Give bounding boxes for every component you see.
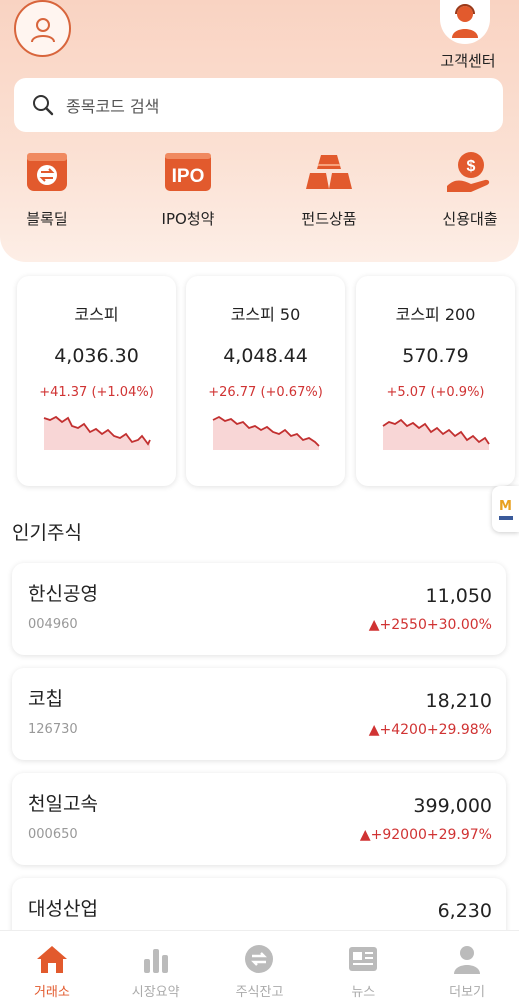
nav-label: 주식잔고 [235, 985, 284, 1000]
nav-market-summary[interactable]: 시장요약 [104, 931, 208, 1003]
index-card-kospi50[interactable]: 코스피 50 4,048.44 +26.77 (+0.67%) [186, 276, 345, 486]
nav-label: 시장요약 [131, 985, 180, 1000]
floating-side-badge[interactable]: M [492, 486, 519, 532]
index-change: +5.07 (+0.9%) [386, 385, 485, 400]
stock-change: ▲+92000+29.97% [359, 827, 492, 843]
index-sparkline [212, 415, 320, 450]
stock-code: 004960 [28, 617, 78, 632]
news-icon [349, 947, 378, 971]
user-icon [30, 17, 55, 42]
person-icon [454, 946, 481, 974]
headset-agent-icon [452, 4, 478, 38]
index-name: 코스피 50 [230, 305, 301, 324]
index-sparkline [382, 418, 490, 450]
gold-bars-icon [306, 155, 352, 189]
popular-stocks-title: 인기주식 [12, 522, 82, 544]
exchange-circle-icon [245, 945, 274, 973]
stock-name: 대성산업 [28, 898, 98, 920]
stock-change: ▲+2550+30.00% [368, 617, 492, 633]
nav-stock-balance[interactable]: 주식잔고 [208, 931, 312, 1003]
stock-row[interactable]: 천일고속 000650 399,000 ▲+92000+29.97% [12, 773, 506, 865]
side-badge-label: M [499, 498, 512, 514]
index-name: 코스피 200 [395, 305, 476, 324]
quick-menu-ipo[interactable]: IPO IPO청약 [133, 150, 243, 229]
index-sparkline [43, 415, 151, 450]
stock-change: ▲+4200+29.98% [368, 722, 492, 738]
stock-row[interactable]: 코칩 126730 18,210 ▲+4200+29.98% [12, 668, 506, 760]
stock-name: 코칩 [28, 688, 63, 710]
index-change: +41.37 (+1.04%) [39, 385, 154, 400]
stock-name: 천일고속 [28, 793, 98, 815]
loan-coin-icon: $ [447, 152, 490, 192]
quick-menu-block-deal[interactable]: 블록딜 [0, 150, 102, 229]
index-value: 4,036.30 [54, 345, 139, 367]
index-value: 4,048.44 [223, 345, 308, 367]
index-change: +26.77 (+0.67%) [208, 385, 323, 400]
nav-news[interactable]: 뉴스 [311, 931, 415, 1003]
index-name: 코스피 [74, 305, 119, 324]
stock-code: 126730 [28, 722, 78, 737]
nav-more[interactable]: 더보기 [415, 931, 519, 1003]
stock-price: 18,210 [425, 690, 492, 712]
customer-center-label[interactable]: 고객센터 [428, 50, 508, 71]
stock-code: 000650 [28, 827, 78, 842]
quick-menu-label: 신용대출 [442, 210, 498, 228]
ipo-icon: IPO [165, 153, 211, 191]
search-placeholder: 종목코드 검색 [66, 97, 160, 116]
stock-name: 한신공영 [28, 583, 98, 605]
quick-menu-label: 펀드상품 [301, 210, 357, 228]
profile-avatar[interactable] [14, 0, 71, 57]
bar-chart-icon [143, 949, 168, 973]
nav-exchange[interactable]: 거래소 [0, 931, 104, 1003]
stock-price: 399,000 [413, 795, 492, 817]
home-icon [36, 946, 67, 973]
index-value: 570.79 [402, 345, 469, 367]
index-card-kospi[interactable]: 코스피 4,036.30 +41.37 (+1.04%) [17, 276, 176, 486]
exchange-icon [27, 153, 67, 191]
quick-menu-label: IPO청약 [161, 210, 215, 228]
stock-price: 6,230 [437, 900, 492, 922]
nav-label: 뉴스 [351, 985, 376, 1000]
nav-label: 거래소 [33, 985, 70, 1000]
quick-menu-loan[interactable]: $ 신용대출 [415, 150, 519, 229]
stock-row[interactable]: 한신공영 004960 11,050 ▲+2550+30.00% [12, 563, 506, 655]
quick-menu-label: 블록딜 [26, 210, 68, 228]
search-icon [33, 95, 54, 116]
stock-price: 11,050 [425, 585, 492, 607]
quick-menu-fund[interactable]: 펀드상품 [274, 150, 384, 229]
svg-text:IPO: IPO [172, 166, 205, 187]
nav-label: 더보기 [449, 985, 486, 1000]
index-card-kospi200[interactable]: 코스피 200 570.79 +5.07 (+0.9%) [356, 276, 515, 486]
side-badge-bar [498, 515, 513, 520]
bottom-navigation: 거래소 시장요약 주식잔고 뉴스 더보기 [0, 930, 519, 1003]
search-input[interactable]: 종목코드 검색 [14, 78, 503, 132]
svg-text:$: $ [467, 158, 476, 175]
